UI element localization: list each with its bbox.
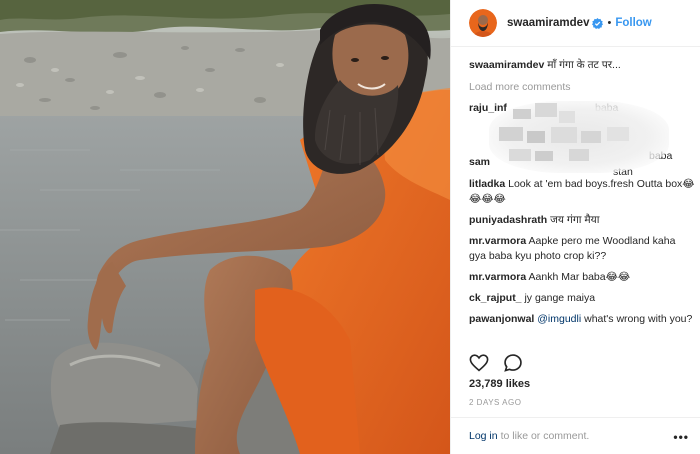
caption-text: माँ गंगा के तट पर... bbox=[547, 59, 621, 71]
comment-mention[interactable]: @imgudli bbox=[537, 313, 581, 325]
separator-dot: • bbox=[607, 17, 612, 29]
caption-username[interactable]: swaamiramdev bbox=[469, 59, 544, 71]
caption: swaamiramdev माँ गंगा के तट पर... bbox=[469, 58, 695, 73]
avatar[interactable] bbox=[469, 9, 497, 37]
post-header: swaamiramdev • Follow bbox=[451, 0, 700, 47]
like-heart-icon[interactable] bbox=[469, 354, 489, 372]
follow-button[interactable]: Follow bbox=[615, 17, 651, 29]
comment-username[interactable]: mr.varmora bbox=[469, 271, 526, 283]
pixel-block bbox=[559, 111, 575, 123]
post-date: 2 DAYS AGO bbox=[469, 398, 522, 407]
post-side-panel: swaamiramdev • Follow swaamiramdev माँ ग… bbox=[450, 0, 700, 454]
comment-username[interactable]: pawanjonwal bbox=[469, 313, 534, 325]
pixel-block bbox=[581, 131, 601, 143]
comment-username[interactable]: litladka bbox=[469, 178, 505, 190]
comment-bubble-icon[interactable] bbox=[503, 353, 523, 373]
comment-username[interactable]: ck_rajput_ bbox=[469, 292, 522, 304]
login-link[interactable]: Log in bbox=[469, 430, 498, 442]
post-photo[interactable] bbox=[0, 0, 450, 454]
comment-text: what's wrong with you? bbox=[584, 313, 693, 325]
post-actions bbox=[469, 352, 523, 374]
pixel-block bbox=[499, 127, 523, 141]
login-prompt-text: to like or comment. bbox=[500, 430, 590, 442]
pixel-block bbox=[569, 149, 589, 161]
comments-list: swaamiramdev माँ गंगा के तट पर... Load m… bbox=[469, 58, 695, 342]
photo-illustration bbox=[0, 0, 450, 454]
pixel-block bbox=[513, 109, 531, 119]
username[interactable]: swaamiramdev bbox=[507, 17, 589, 29]
pixel-block bbox=[551, 127, 577, 143]
comment-text: जय गंगा मैया bbox=[550, 214, 600, 226]
comment: pawanjonwal @imgudli what's wrong with y… bbox=[469, 312, 695, 327]
post-footer: Log in to like or comment. ••• bbox=[451, 417, 700, 454]
comment: mr.varmora Aankh Mar baba😂😂 bbox=[469, 270, 695, 285]
comment: litladka Look at 'em bad boys.fresh Outt… bbox=[469, 177, 695, 207]
pixel-block bbox=[527, 131, 545, 143]
comment: ck_rajput_ jy gange maiya bbox=[469, 291, 695, 306]
load-more-comments-button[interactable]: Load more comments bbox=[469, 81, 695, 93]
comment-username[interactable]: puniyadashrath bbox=[469, 214, 547, 226]
blurred-comments: raju_inf baba sam baba stan bbox=[469, 101, 695, 178]
likes-count[interactable]: 23,789 likes bbox=[469, 378, 530, 390]
comment-text: jy gange maiya bbox=[524, 292, 596, 304]
more-options-icon[interactable]: ••• bbox=[673, 430, 689, 444]
comment: puniyadashrath जय गंगा मैया bbox=[469, 213, 695, 228]
pixel-block bbox=[535, 151, 553, 161]
comment-text: Aankh Mar baba😂😂 bbox=[528, 271, 631, 283]
pixel-block bbox=[535, 103, 557, 117]
comment: mr.varmora Aapke pero me Woodland kaha g… bbox=[469, 234, 695, 264]
pixel-block bbox=[509, 149, 531, 161]
verified-badge-icon bbox=[592, 17, 604, 29]
comment-username[interactable]: mr.varmora bbox=[469, 235, 526, 247]
pixel-block bbox=[607, 127, 629, 141]
blurred-fragment: sam bbox=[469, 156, 491, 168]
